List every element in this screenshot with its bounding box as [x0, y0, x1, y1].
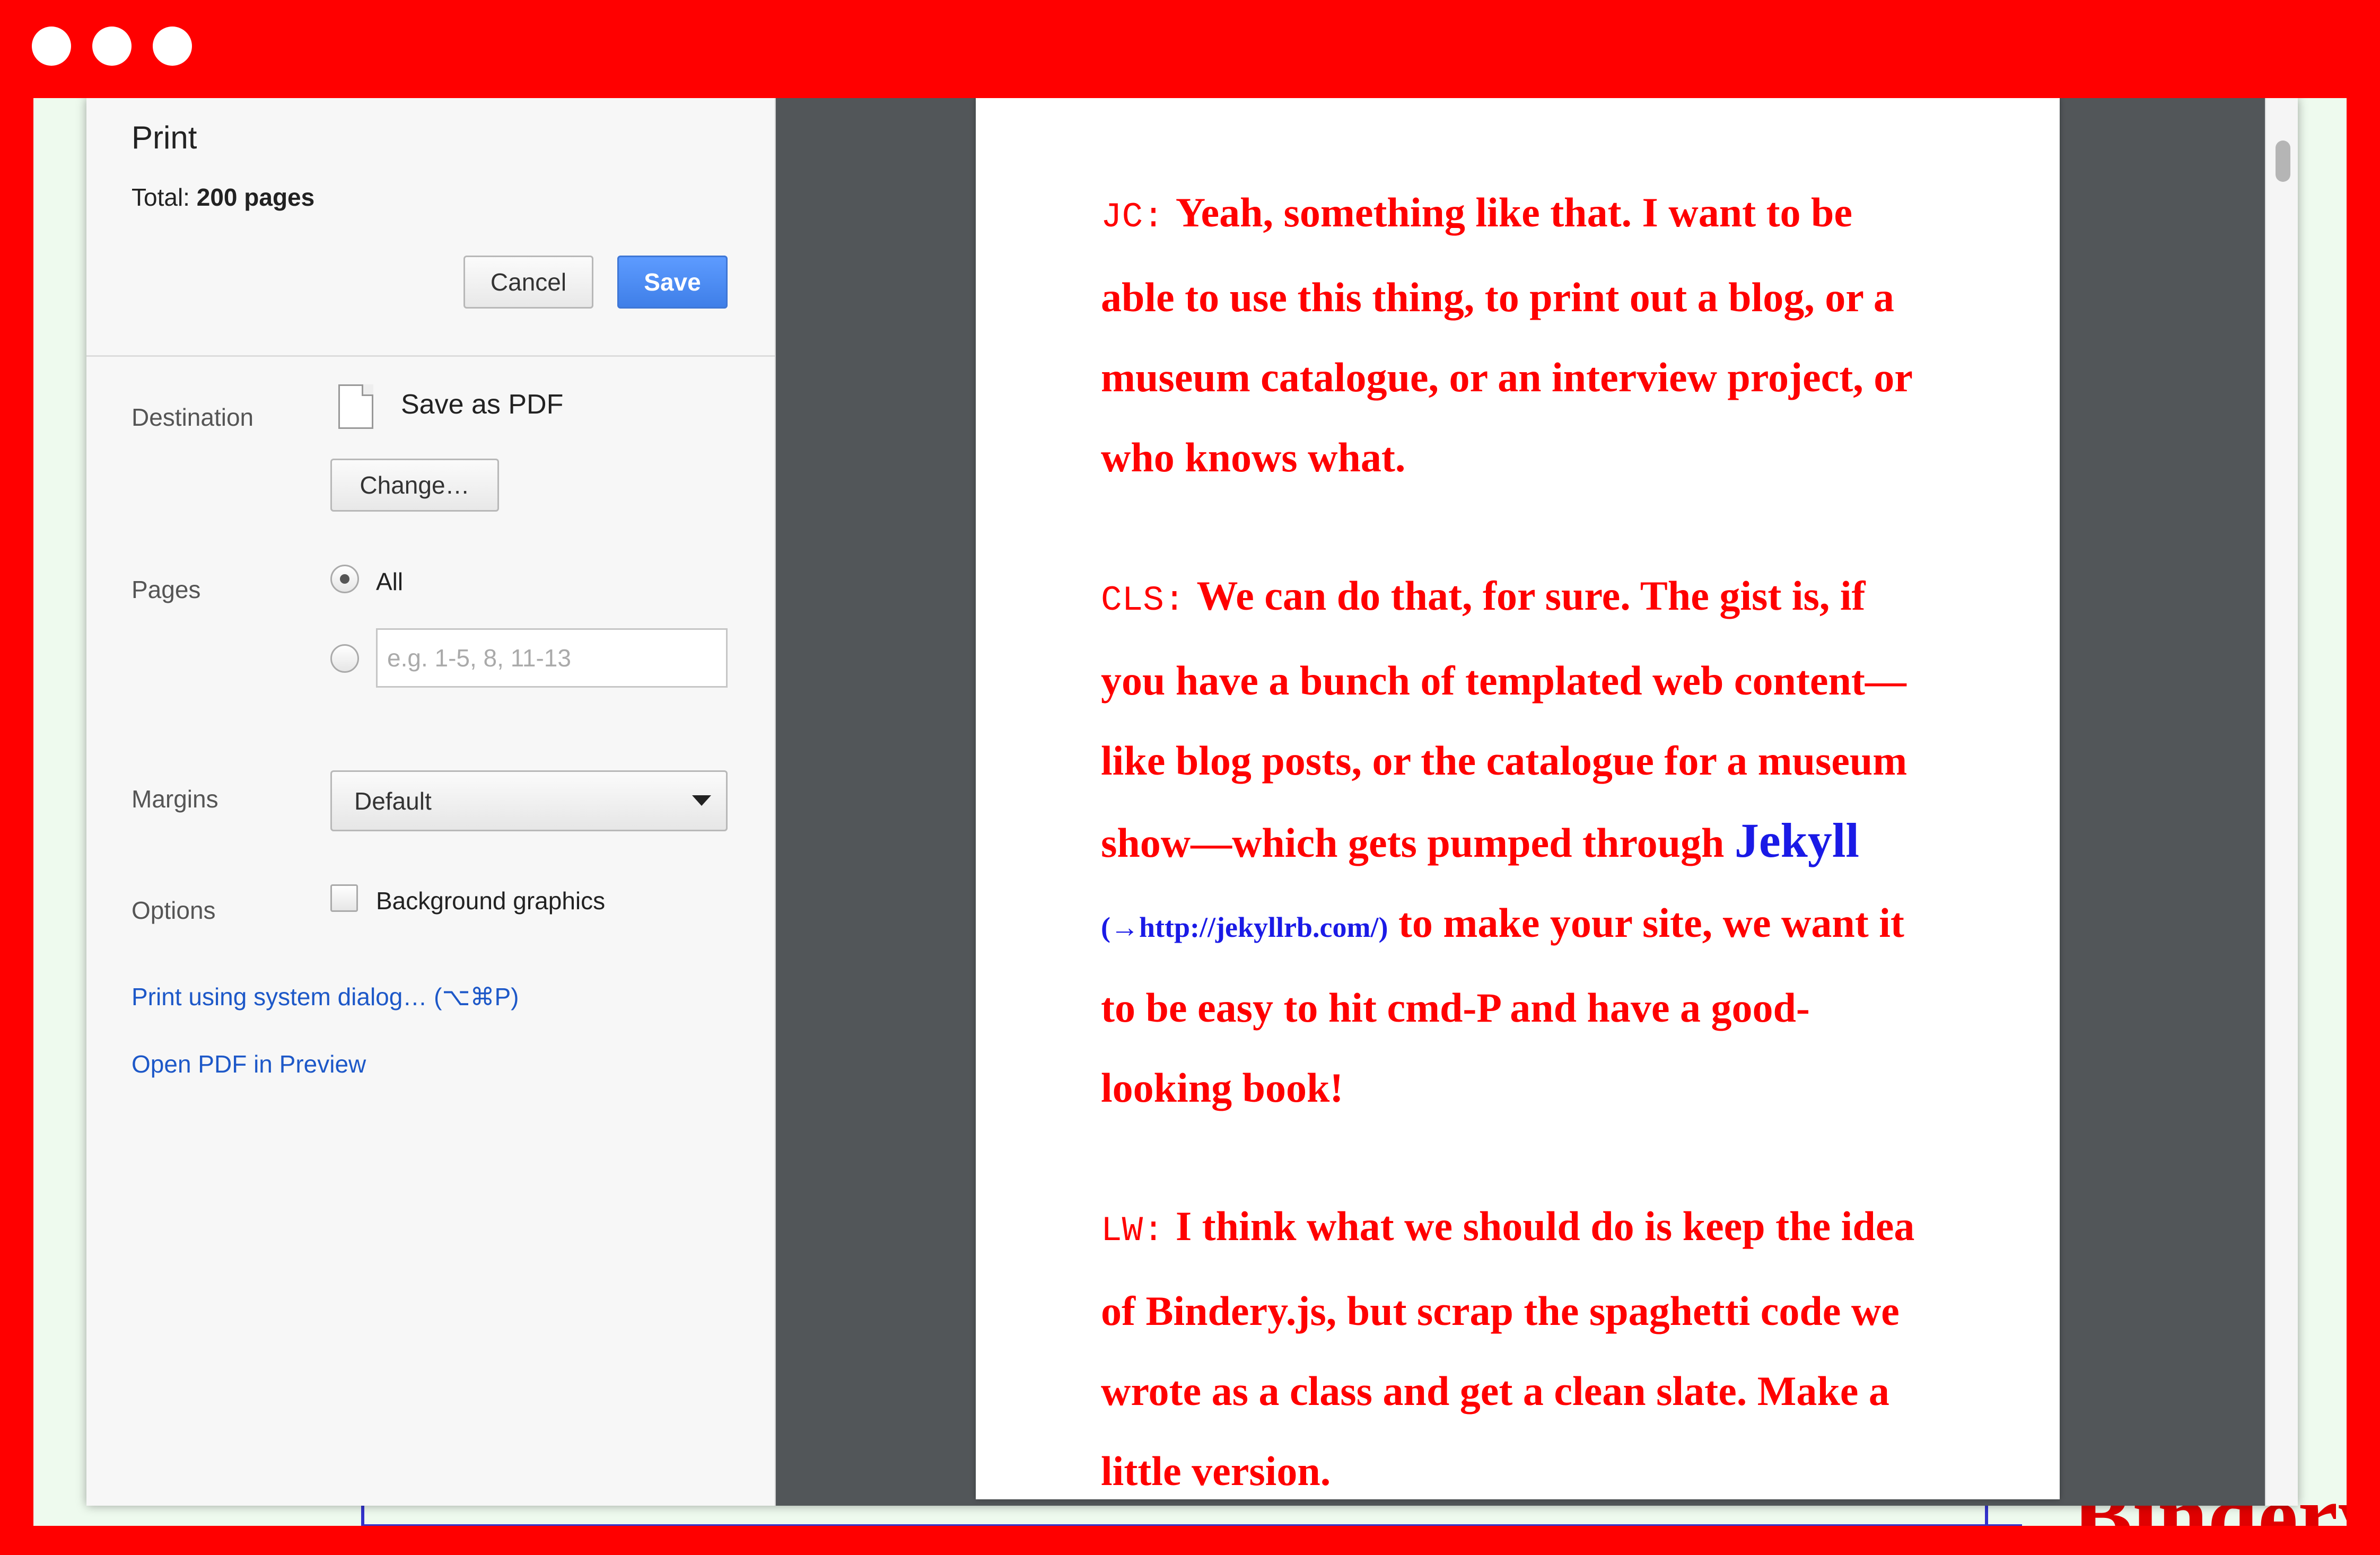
interview-paragraph: CLS: We can do that, for sure. The gist i… — [1101, 556, 1922, 1128]
window-controls — [32, 27, 192, 66]
pages-label: Pages — [132, 576, 201, 603]
pages-range-input[interactable] — [376, 628, 728, 688]
paragraph-text: Yeah, something like that. I want to be … — [1101, 189, 1912, 480]
margins-select[interactable]: Default — [330, 770, 728, 831]
print-preview-area: JC: Yeah, something like that. I want to … — [776, 98, 2298, 1506]
margins-label: Margins — [132, 785, 218, 813]
document-icon-fold — [362, 384, 373, 396]
pages-all-label[interactable]: All — [376, 567, 403, 596]
pages-all-radio[interactable] — [330, 565, 359, 593]
print-settings-panel: Print Total: 200 pages Cancel Save Desti… — [86, 98, 776, 1506]
jekyll-link: Jekyll — [1734, 813, 1859, 867]
browser-window: Bindery Print Total: 200 pages Cancel Sa… — [33, 98, 2347, 1526]
speaker-label: LW: — [1101, 1211, 1164, 1251]
destination-label: Destination — [132, 403, 254, 431]
preview-scrollbar[interactable] — [2265, 98, 2298, 1506]
total-label: Total: — [132, 183, 197, 211]
dialog-title: Print — [132, 120, 197, 155]
minimize-window-button[interactable] — [92, 27, 132, 66]
open-pdf-preview-link[interactable]: Open PDF in Preview — [132, 1050, 366, 1078]
change-destination-button[interactable]: Change… — [330, 459, 499, 512]
margins-selected-value: Default — [354, 787, 432, 815]
print-dialog: Print Total: 200 pages Cancel Save Desti… — [86, 98, 2298, 1506]
speaker-label: JC: — [1101, 197, 1164, 237]
background-page-rule — [362, 1524, 2022, 1526]
preview-page: JC: Yeah, something like that. I want to … — [976, 98, 2060, 1499]
paragraph-text: I think what we should do is keep the id… — [1101, 1203, 1915, 1494]
close-window-button[interactable] — [32, 27, 71, 66]
chevron-down-icon — [692, 795, 711, 806]
total-value: 200 pages — [196, 183, 315, 211]
background-graphics-checkbox[interactable] — [330, 884, 358, 912]
maximize-window-button[interactable] — [153, 27, 192, 66]
page-total: Total: 200 pages — [132, 183, 314, 212]
system-dialog-link[interactable]: Print using system dialog… (⌥⌘P) — [132, 982, 519, 1011]
cancel-button[interactable]: Cancel — [463, 256, 593, 309]
jekyll-url: (→http://jekyllrb.com/) — [1101, 911, 1388, 943]
destination-value: Save as PDF — [401, 389, 564, 420]
interview-paragraph: JC: Yeah, something like that. I want to … — [1101, 172, 1922, 497]
options-label: Options — [132, 897, 216, 924]
pages-custom-radio[interactable] — [330, 644, 359, 673]
speaker-label: CLS: — [1101, 581, 1185, 620]
save-button[interactable]: Save — [617, 256, 728, 309]
background-graphics-label[interactable]: Background graphics — [376, 886, 605, 915]
interview-paragraph: LW: I think what we should do is keep the… — [1101, 1186, 1922, 1511]
scroll-thumb[interactable] — [2276, 140, 2290, 182]
print-header: Print Total: 200 pages Cancel Save — [86, 98, 775, 357]
